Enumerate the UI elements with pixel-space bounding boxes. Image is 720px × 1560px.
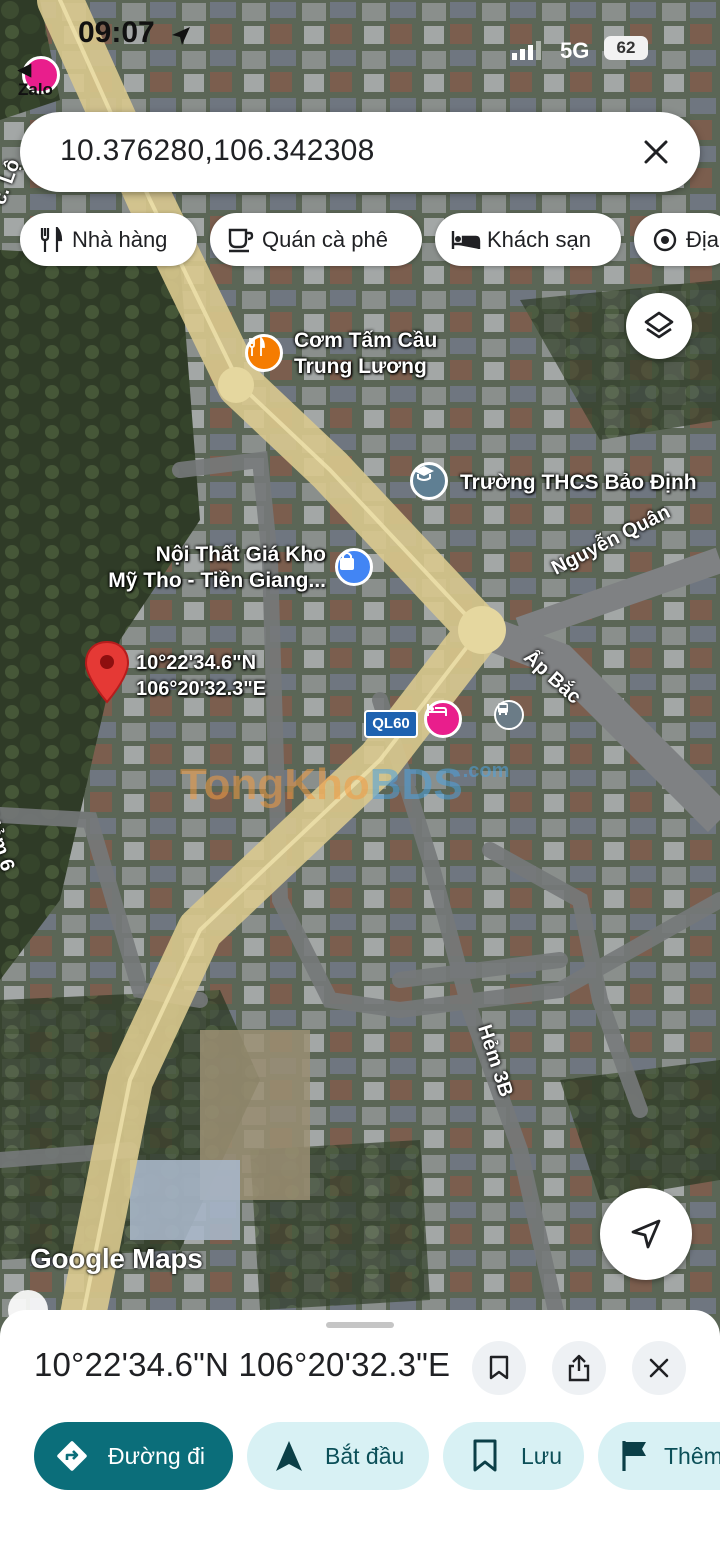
start-button[interactable]: Bắt đầu [247, 1422, 429, 1490]
chip-cafes-label: Quán cà phê [262, 226, 388, 252]
fork-knife-icon [249, 337, 265, 356]
close-sheet-button[interactable] [632, 1341, 686, 1395]
sheet-drag-handle[interactable] [326, 1322, 394, 1328]
search-input[interactable]: 10.376280,106.342308 [60, 134, 375, 168]
route-shield-ql60: QL60 [364, 710, 418, 738]
chip-restaurants[interactable]: Nhà hàng [20, 213, 197, 266]
share-button[interactable] [552, 1341, 606, 1395]
pin-coordinate-label: 10°22'34.6"N 106°20'32.3"E [136, 650, 266, 702]
flag-icon [622, 1441, 646, 1471]
shop-label[interactable]: Nội Thất Giá Kho Mỹ Tho - Tiền Giang... [98, 542, 326, 594]
chip-restaurants-label: Nhà hàng [72, 226, 168, 252]
chip-attractions-label: Địa [686, 226, 720, 252]
bed-icon [451, 230, 481, 249]
bus-stop-marker[interactable] [494, 700, 524, 730]
chip-hotels-label: Khách sạn [487, 226, 591, 252]
school-marker[interactable] [410, 462, 448, 500]
network-type: 5G [560, 38, 590, 63]
pin-lat-label: 10°22'34.6"N [136, 652, 257, 674]
watermark-part1: Tong [180, 760, 285, 809]
restaurant-label[interactable]: Cơm Tấm Cầu Trung Lương [294, 328, 437, 380]
chip-cafes[interactable]: Quán cà phê [210, 213, 422, 266]
shop-marker[interactable] [335, 548, 373, 586]
status-time: 09:07 [78, 16, 155, 49]
start-label: Bắt đầu [325, 1442, 405, 1469]
save-button[interactable]: Lưu [443, 1422, 584, 1490]
attraction-icon [653, 228, 677, 251]
bookmark-icon [489, 1355, 509, 1380]
school-label[interactable]: Trường THCS Bảo Định [460, 470, 697, 496]
clear-search-button[interactable] [634, 130, 678, 174]
my-location-button[interactable] [600, 1188, 692, 1280]
directions-button[interactable]: Đường đi [34, 1422, 233, 1490]
restaurant-marker[interactable] [245, 334, 283, 372]
save-label: Lưu [521, 1442, 562, 1469]
coffee-cup-icon [228, 228, 254, 252]
battery-level: 62 [604, 36, 648, 60]
directions-label: Đường đi [108, 1442, 205, 1469]
watermark: TongKhoBDS.com [180, 760, 509, 810]
satellite-map[interactable]: TongKhoBDS.com c. Lộ Nguyễn Quân Ấp Bắc … [0, 0, 720, 1330]
chip-attractions[interactable]: Địa [634, 213, 720, 266]
graduation-cap-icon [414, 466, 434, 481]
layers-icon [644, 311, 674, 339]
bus-icon [498, 703, 508, 715]
google-maps-attribution: Google Maps [30, 1243, 203, 1274]
layers-button[interactable] [626, 293, 692, 359]
fork-knife-icon [40, 226, 63, 252]
navigation-arrow-icon [276, 1441, 302, 1471]
restaurant-name-line1: Cơm Tấm Cầu [294, 329, 438, 352]
close-icon [644, 140, 668, 164]
search-bar[interactable]: 10.376280,106.342308 [20, 112, 700, 192]
dropped-pin-icon[interactable] [84, 640, 130, 704]
share-icon [568, 1354, 590, 1382]
shop-name-line1: Nội Thất Giá Kho [155, 543, 326, 566]
bed-icon [427, 704, 447, 716]
navigation-arrow-icon [631, 1219, 661, 1249]
place-title: 10°22'34.6"N 106°20'32.3"E [34, 1346, 451, 1383]
watermark-part2: Kho [284, 760, 370, 809]
route-shield-label: QL60 [372, 715, 410, 732]
back-to-zalo: ◀ Zalo [18, 60, 53, 99]
chip-hotels[interactable]: Khách sạn [435, 213, 621, 266]
watermark-part3: BDS [369, 760, 463, 809]
signal-icon [512, 41, 541, 60]
hotel-marker[interactable] [424, 700, 462, 738]
location-arrow-icon [172, 27, 190, 45]
watermark-suffix: .com [462, 760, 510, 782]
save-icon-button[interactable] [472, 1341, 526, 1395]
more-button[interactable]: Thêm [598, 1422, 720, 1490]
directions-icon [57, 1441, 87, 1471]
shopping-bag-icon [340, 552, 354, 570]
shop-name-line2: Mỹ Tho - Tiền Giang... [108, 569, 326, 592]
restaurant-name-line2: Trung Lương [294, 355, 427, 378]
more-label: Thêm [664, 1442, 720, 1469]
pin-lng-label: 106°20'32.3"E [136, 678, 267, 700]
bookmark-icon [473, 1439, 497, 1472]
close-icon [649, 1358, 669, 1378]
